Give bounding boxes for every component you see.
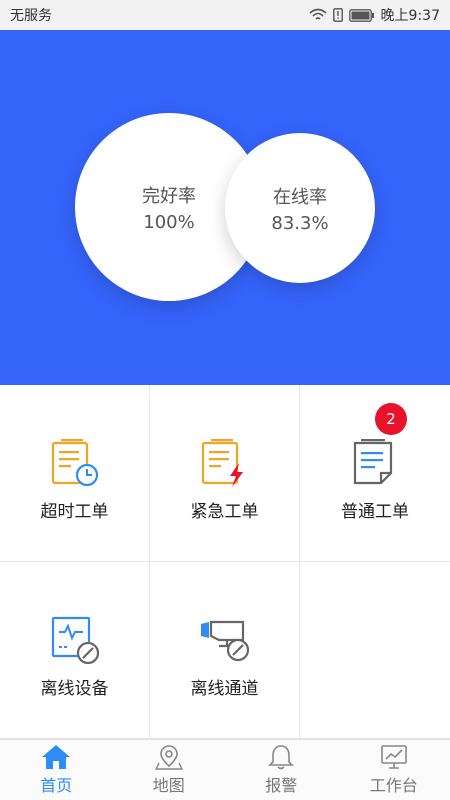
- intact-rate-value: 100%: [143, 211, 195, 233]
- chart-monitor-icon: [380, 745, 407, 769]
- wifi-icon: [309, 8, 327, 20]
- overtime-order-label: 超时工单: [40, 502, 109, 522]
- tab-home[interactable]: 首页: [0, 740, 113, 800]
- bell-icon: [268, 745, 295, 770]
- carrier-text: 无服务: [10, 8, 52, 24]
- bottom-tab-bar: 首页 地图 报警 工作台: [0, 739, 450, 800]
- tab-home-label: 首页: [40, 776, 73, 795]
- status-bar: 无服务 晚上9:37: [0, 0, 450, 30]
- tab-map-label: 地图: [152, 776, 185, 795]
- tab-workbench-label: 工作台: [369, 776, 418, 795]
- status-icons: 晚上9:37: [309, 5, 440, 25]
- overtime-order-button[interactable]: 超时工单: [0, 385, 150, 562]
- normal-order-button[interactable]: 2 普通工单: [300, 385, 450, 562]
- tab-workbench[interactable]: 工作台: [338, 740, 450, 800]
- unread-count-badge: 2: [375, 403, 407, 435]
- map-pin-icon: [154, 745, 183, 770]
- tab-map[interactable]: 地图: [113, 740, 226, 800]
- offline-channel-button[interactable]: 离线通道: [150, 562, 300, 739]
- normal-order-icon: 2: [347, 403, 407, 489]
- clock-text: 晚上9:37: [380, 8, 440, 24]
- online-rate-value: 83.3%: [271, 212, 329, 234]
- offline-channel-icon: [197, 610, 253, 666]
- overtime-order-icon: [47, 433, 103, 489]
- tab-alarm-label: 报警: [265, 776, 298, 795]
- empty-grid-cell: [300, 562, 450, 739]
- function-grid: 超时工单 紧急工单 2 普通工单 离线设备 离线通道: [0, 385, 450, 739]
- offline-channel-label: 离线通道: [190, 679, 259, 699]
- tab-alarm[interactable]: 报警: [225, 740, 338, 800]
- offline-device-button[interactable]: 离线设备: [0, 562, 150, 739]
- intact-rate-label: 完好率: [142, 185, 196, 207]
- urgent-order-label: 紧急工单: [190, 502, 259, 522]
- stats-banner: 完好率 100% 在线率 83.3%: [0, 30, 450, 385]
- alert-icon: [332, 8, 343, 22]
- normal-order-label: 普通工单: [341, 502, 409, 522]
- battery-icon: [348, 8, 374, 22]
- urgent-order-icon: [197, 433, 253, 489]
- home-icon: [42, 745, 71, 769]
- urgent-order-button[interactable]: 紧急工单: [150, 385, 300, 562]
- offline-device-label: 离线设备: [40, 679, 109, 699]
- online-rate-circle[interactable]: 在线率 83.3%: [225, 133, 375, 283]
- offline-device-icon: [47, 610, 103, 666]
- online-rate-label: 在线率: [273, 186, 327, 208]
